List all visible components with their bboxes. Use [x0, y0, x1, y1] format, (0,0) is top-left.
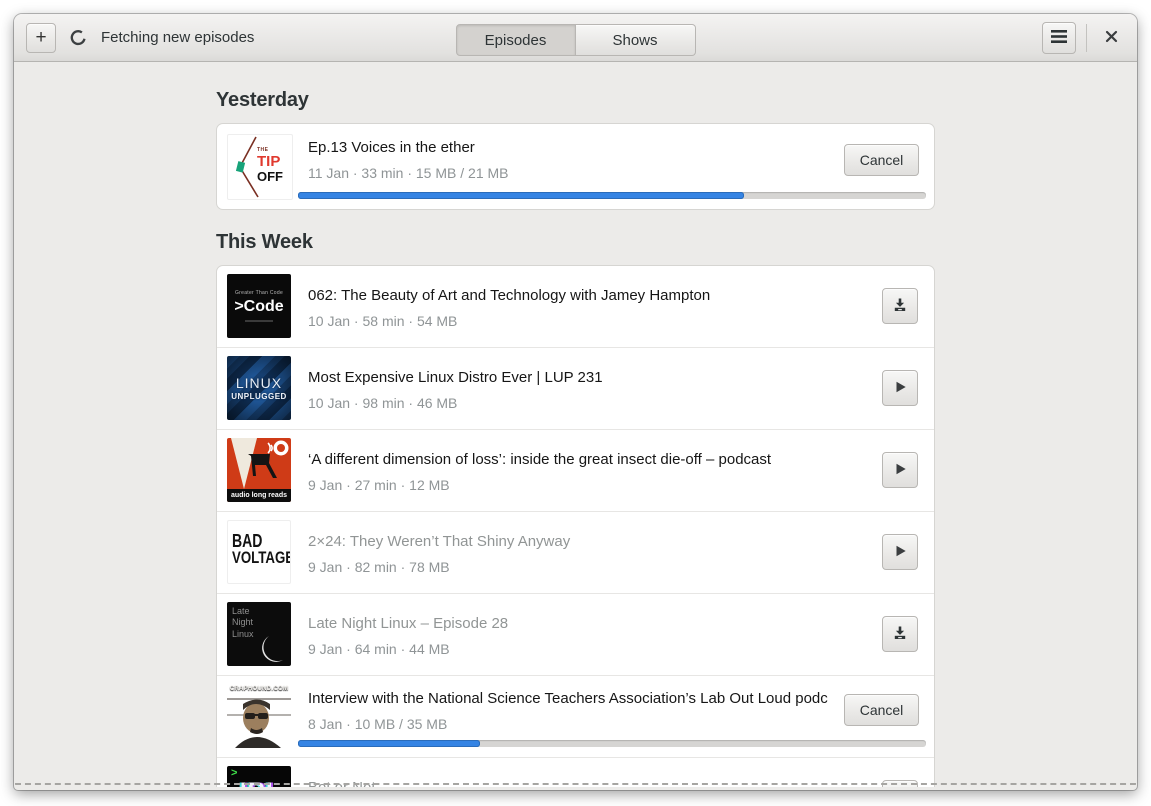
- close-button[interactable]: [1097, 24, 1125, 52]
- podcast-cover-late-night-linux: Late Night Linux: [227, 602, 291, 666]
- episode-meta: 11 Jan · 33 min · 15 MB / 21 MB: [308, 165, 509, 181]
- view-switcher: Episodes Shows: [455, 24, 696, 56]
- episode-title: 2×24: They Weren’t That Shiny Anyway: [308, 533, 571, 550]
- episode-row: THE TIP OFF Ep.13 Voices in the ether 11…: [217, 124, 934, 209]
- logo-text: OFF: [257, 169, 283, 184]
- episode-meta: 10 Jan · 98 min · 46 MB: [308, 395, 458, 411]
- yesterday-card: THE TIP OFF Ep.13 Voices in the ether 11…: [216, 123, 935, 210]
- logo-text: TIP: [257, 153, 281, 170]
- logo-text: LINUX: [235, 375, 283, 391]
- spinner-icon: [70, 29, 87, 46]
- cancel-download-button[interactable]: Cancel: [844, 694, 919, 726]
- cancel-download-button[interactable]: Cancel: [844, 144, 919, 176]
- episode-meta: 9 Jan · 82 min · 78 MB: [308, 559, 450, 575]
- episodes-column: Yesterday THE TIP OFF Ep.13 Voices in th…: [216, 62, 935, 787]
- tab-episodes[interactable]: Episodes: [455, 24, 576, 56]
- episode-row: CRAPHOUND.COM Interview with the Nationa…: [217, 675, 934, 757]
- status-text: Fetching new episodes: [101, 29, 255, 46]
- logo-text: >Code: [234, 298, 284, 315]
- logo-text: CRAPHOUND.COM: [229, 686, 289, 692]
- podcast-cover-bad-voltage: BAD VOLTAGE: [227, 520, 291, 584]
- episode-row: BAD VOLTAGE 2×24: They Weren’t That Shin…: [217, 511, 934, 593]
- episode-meta: 10 Jan · 58 min · 54 MB: [308, 313, 458, 329]
- episode-title: Most Expensive Linux Distro Ever | LUP 2…: [308, 369, 603, 386]
- logo-text: Night: [232, 617, 254, 628]
- section-heading-this-week: This Week: [216, 231, 313, 253]
- header-separator: [1086, 23, 1087, 52]
- logo-text: UNPLUGGED: [231, 392, 287, 401]
- logo-text: >: [231, 767, 238, 779]
- tab-shows[interactable]: Shows: [575, 24, 696, 56]
- hamburger-icon: [1051, 29, 1067, 46]
- episode-title: ‘A different dimension of loss’: inside …: [308, 451, 772, 468]
- header-right-controls: [1042, 21, 1125, 54]
- logo-text: Late: [232, 606, 250, 616]
- download-progress-fill: [298, 192, 744, 199]
- close-icon: [1105, 30, 1118, 46]
- episode-meta: 8 Jan · 10 MB / 35 MB: [308, 716, 448, 732]
- podcast-cover-audio-long-reads: audio long reads: [227, 438, 291, 502]
- download-progress-bar: [298, 192, 926, 199]
- scroll-undershoot-indicator: [15, 783, 1136, 785]
- play-icon: [892, 543, 908, 562]
- desktop: + Fetching new episodes Episodes Shows Y…: [0, 0, 1151, 806]
- play-button[interactable]: [882, 370, 918, 406]
- header-bar: + Fetching new episodes Episodes Shows: [14, 14, 1137, 62]
- episode-row: audio long reads ‘A different dimension …: [217, 429, 934, 511]
- logo-text: Linux: [232, 628, 254, 639]
- play-icon: [892, 379, 908, 398]
- episode-title: Ep.13 Voices in the ether: [308, 139, 475, 156]
- podcast-cover-linux-unplugged: LINUX UNPLUGGED: [227, 356, 291, 420]
- download-button[interactable]: [882, 288, 918, 324]
- logo-text: audio long reads: [227, 489, 291, 502]
- episodes-scroll-area[interactable]: Yesterday THE TIP OFF Ep.13 Voices in th…: [15, 62, 1136, 787]
- download-icon: [892, 297, 908, 316]
- episode-title: Late Night Linux – Episode 28: [308, 615, 509, 632]
- podcast-cover-greater-than-code: Greater Than Code >Code: [227, 274, 291, 338]
- play-icon: [892, 461, 908, 480]
- episode-row: Late Night Linux Late Night Linux – Epis…: [217, 593, 934, 675]
- podcasts-window: + Fetching new episodes Episodes Shows Y…: [14, 14, 1137, 790]
- episode-title: 062: The Beauty of Art and Technology wi…: [308, 287, 711, 304]
- play-button[interactable]: [882, 534, 918, 570]
- episode-meta: 9 Jan · 64 min · 44 MB: [308, 641, 450, 657]
- podcast-cover-the-tip-off: THE TIP OFF: [227, 134, 293, 200]
- download-progress-fill: [298, 740, 481, 747]
- crescent-moon-icon: [262, 636, 283, 662]
- download-progress-bar: [298, 740, 926, 747]
- logo-text: VOLTAGE: [232, 548, 291, 568]
- download-button[interactable]: [882, 616, 918, 652]
- episode-meta: 9 Jan · 27 min · 12 MB: [308, 477, 450, 493]
- add-podcast-button[interactable]: +: [26, 22, 56, 53]
- section-heading-yesterday: Yesterday: [216, 89, 309, 111]
- this-week-card: Greater Than Code >Code 062: The Beauty …: [216, 265, 935, 787]
- play-button[interactable]: [882, 452, 918, 488]
- logo-text: Greater Than Code: [234, 290, 284, 296]
- episode-row: Greater Than Code >Code 062: The Beauty …: [217, 266, 934, 347]
- download-icon: [892, 625, 908, 644]
- podcast-cover-craphound: CRAPHOUND.COM: [227, 684, 291, 748]
- episode-row: LINUX UNPLUGGED Most Expensive Linux Dis…: [217, 347, 934, 429]
- episode-title: Interview with the National Science Teac…: [308, 690, 829, 707]
- menu-button[interactable]: [1042, 21, 1076, 54]
